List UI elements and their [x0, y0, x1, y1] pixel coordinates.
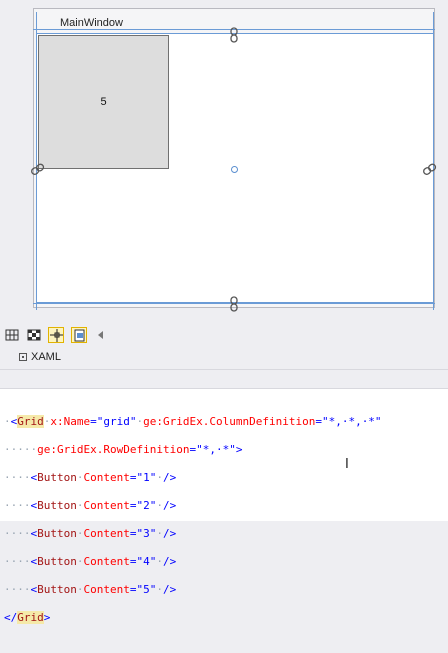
whitespace-marker: · — [156, 499, 163, 512]
element-name: Button — [37, 471, 77, 484]
equals-sign: = — [129, 555, 137, 568]
attribute-value: "4" — [136, 555, 157, 568]
whitespace-marker: ···· — [4, 555, 31, 568]
whitespace-marker: ···· — [4, 471, 31, 484]
button-5-label: 5 — [100, 96, 107, 108]
grid-toggle-icon[interactable] — [4, 327, 20, 343]
code-line-button-5: ····<Button·Content="5"·/> — [4, 583, 382, 597]
whitespace-marker: ····· — [4, 443, 38, 456]
whitespace-marker: ···· — [4, 583, 31, 596]
attribute-name: GridEx.RowDefinition — [57, 443, 190, 456]
designer-toolbar — [0, 325, 448, 345]
element-name: Button — [37, 499, 77, 512]
attribute-value: "5" — [136, 583, 157, 596]
equals-sign: = — [129, 583, 137, 596]
whitespace-marker: · — [4, 415, 11, 428]
whitespace-marker: · — [156, 555, 163, 568]
whitespace-marker: · — [76, 583, 84, 596]
tag-bracket: </ — [4, 611, 18, 624]
element-name: Button — [37, 555, 77, 568]
right-chain-icon[interactable] — [422, 163, 438, 175]
whitespace-marker: · — [76, 499, 84, 512]
center-handle[interactable] — [231, 166, 238, 173]
tag-bracket: > — [43, 611, 51, 624]
tag-bracket: < — [30, 527, 38, 540]
attribute-value: "3" — [136, 527, 157, 540]
tab-xaml[interactable]: XAML — [15, 347, 67, 367]
whitespace-marker: · — [156, 527, 163, 540]
tag-bracket: /> — [162, 471, 177, 484]
tag-bracket: < — [30, 555, 38, 568]
grid-element-name: Grid — [17, 611, 44, 624]
xaml-tab-icon — [19, 353, 27, 361]
tag-bracket: < — [30, 583, 38, 596]
whitespace-marker: · — [76, 471, 84, 484]
code-line-button-3: ····<Button·Content="3"·/> — [4, 527, 382, 541]
checker-icon[interactable] — [26, 327, 42, 343]
code-line-button-2: ····<Button·Content="2"·/> — [4, 499, 382, 513]
code-line-button-1: ····<Button·Content="1"·/> — [4, 471, 382, 485]
tag-bracket: /> — [162, 527, 177, 540]
tag-bracket: /> — [162, 499, 177, 512]
whitespace-marker: ···· — [4, 527, 31, 540]
code-line-2: ·····ge:GridEx.RowDefinition="*,·*"> — [4, 443, 382, 457]
grid-element-name: Grid — [17, 415, 44, 428]
whitespace-marker: · — [156, 583, 163, 596]
bottom-chain-icon[interactable] — [229, 296, 239, 312]
attribute-value: "2" — [136, 499, 157, 512]
namespace-prefix: ge: — [37, 443, 57, 456]
xaml-editor[interactable]: ·<Grid·x:Name="grid"·ge:GridEx.ColumnDef… — [0, 388, 448, 624]
xaml-code: ·<Grid·x:Name="grid"·ge:GridEx.ColumnDef… — [4, 401, 382, 653]
code-line-button-4: ····<Button·Content="4"·/> — [4, 555, 382, 569]
collapse-arrow-icon[interactable] — [95, 327, 111, 343]
whitespace-marker: · — [76, 555, 84, 568]
namespace-prefix: ge: — [143, 415, 163, 428]
view-tab-bar: XAML — [0, 345, 448, 370]
attribute-name: Content — [83, 527, 130, 540]
text-cursor-icon: I — [345, 457, 349, 472]
whitespace-marker: · — [156, 471, 163, 484]
equals-sign: = — [315, 415, 322, 428]
attribute-value: "*,·*,·*" — [321, 415, 382, 428]
tag-bracket: > — [235, 443, 243, 456]
design-surface[interactable]: MainWindow 5 — [0, 0, 448, 325]
attribute-name: Content — [83, 555, 130, 568]
attribute-name: Content — [83, 499, 130, 512]
attribute-value: "grid" — [96, 415, 137, 428]
attribute-value: "*,·*" — [196, 443, 236, 456]
attribute-name: Content — [83, 471, 130, 484]
code-line-1: ·<Grid·x:Name="grid"·ge:GridEx.ColumnDef… — [4, 415, 382, 429]
code-line-closing: </Grid> — [4, 611, 382, 625]
whitespace-marker: ···· — [4, 499, 31, 512]
attribute-name: GridEx.ColumnDefinition — [163, 415, 316, 428]
snap-grid-icon[interactable] — [48, 327, 64, 343]
element-name: Button — [37, 527, 77, 540]
element-name: Button — [37, 583, 77, 596]
tab-xaml-label: XAML — [31, 351, 61, 363]
equals-sign: = — [90, 415, 97, 428]
attribute-name: x:Name — [50, 415, 91, 428]
left-chain-icon[interactable] — [30, 163, 46, 175]
top-chain-icon[interactable] — [229, 27, 239, 43]
snap-lines-icon[interactable] — [71, 327, 87, 343]
tag-bracket: /> — [162, 583, 177, 596]
attribute-value: "1" — [136, 471, 157, 484]
attribute-name: Content — [83, 583, 130, 596]
window-title: MainWindow — [60, 17, 123, 29]
equals-sign: = — [129, 527, 137, 540]
whitespace-marker: · — [76, 527, 84, 540]
button-5-preview[interactable]: 5 — [38, 35, 169, 169]
tag-bracket: /> — [162, 555, 177, 568]
